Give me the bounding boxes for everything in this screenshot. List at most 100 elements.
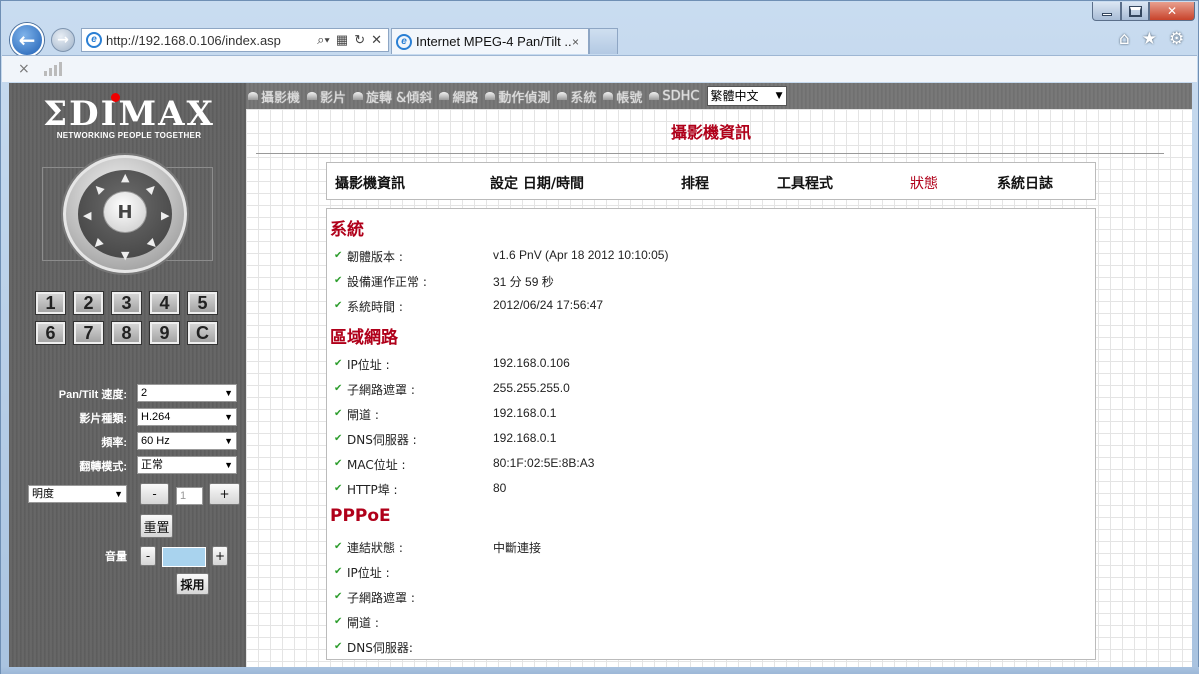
- menu-item-label: 系統: [570, 90, 597, 106]
- status-row: ✔ 子網路遮罩 : 255.255.255.0: [334, 381, 570, 398]
- status-row: ✔ 閘道 : 192.168.0.1: [334, 406, 556, 423]
- image-decrease-button[interactable]: -: [140, 483, 169, 505]
- arrow-left-icon[interactable]: ◀: [83, 210, 91, 221]
- logo-dot: [111, 93, 120, 102]
- menu-item-video[interactable]: 影片: [307, 87, 346, 106]
- status-row: ✔ 連結狀態 : 中斷連接: [334, 539, 541, 556]
- check-icon: ✔: [334, 641, 343, 652]
- row-value: 80: [493, 481, 507, 495]
- tab-tools[interactable]: 工具程式: [777, 173, 833, 193]
- volume-level-field[interactable]: [162, 547, 206, 567]
- frequency-select[interactable]: 60 Hz ▼: [137, 432, 237, 450]
- menu-item-label: 帳號: [616, 90, 643, 106]
- section-title-system: 系統: [330, 220, 364, 240]
- address-bar[interactable]: e http://192.168.0.106/index.asp ⌕▾ ▦ ↻ …: [81, 28, 389, 52]
- row-label: IP位址 :: [347, 566, 390, 580]
- window-bottom-border: [1, 667, 1199, 674]
- search-icon[interactable]: ⌕▾: [317, 32, 330, 48]
- tab-date-time[interactable]: 設定 日期/時間: [490, 173, 584, 193]
- home-icon[interactable]: ⌂: [1119, 29, 1130, 49]
- tab-system-log[interactable]: 系統日誌: [997, 173, 1053, 193]
- preset-button-8[interactable]: 8: [111, 321, 142, 345]
- image-increase-button[interactable]: +: [209, 483, 240, 505]
- video-type-select[interactable]: H.264 ▼: [137, 408, 237, 426]
- settings-gear-icon[interactable]: ⚙: [1169, 29, 1184, 49]
- menu-item-label: 旋轉 &傾斜: [366, 90, 433, 106]
- ptz-joystick[interactable]: ▲ ▼ ◀ ▶ ▲ ▲ ▼ ▼ H: [63, 155, 187, 273]
- preset-button-5[interactable]: 5: [187, 291, 218, 315]
- tab-status[interactable]: 狀態: [910, 173, 938, 193]
- language-select[interactable]: 繁體中文 ▼: [706, 86, 787, 106]
- menu-bullet-icon: [248, 92, 258, 100]
- tab-schedule[interactable]: 排程: [681, 173, 709, 193]
- menu-item-account[interactable]: 帳號: [603, 87, 642, 106]
- row-value: 31 分 59 秒: [493, 275, 554, 289]
- preset-button-3[interactable]: 3: [111, 291, 142, 315]
- status-row: ✔ IP位址 : 192.168.0.106: [334, 356, 570, 373]
- preset-button-9[interactable]: 9: [149, 321, 180, 345]
- maximize-button[interactable]: [1121, 2, 1149, 21]
- image-value-field[interactable]: 1: [176, 487, 203, 505]
- pantilt-speed-select[interactable]: 2 ▼: [137, 384, 237, 402]
- section-title-lan: 區域網路: [330, 328, 398, 348]
- reset-button[interactable]: 重置: [140, 514, 173, 538]
- sub-tabs: 攝影機資訊 設定 日期/時間 排程 工具程式 狀態 系統日誌: [326, 162, 1096, 200]
- status-row: ✔ MAC位址 : 80:1F:02:5E:8B:A3: [334, 456, 594, 473]
- menu-item-label: 動作偵測: [498, 90, 551, 106]
- check-icon: ✔: [334, 458, 343, 469]
- page-content: ΣDIMAX NETWORKING PEOPLE TOGETHER ▲ ▼ ◀ …: [9, 83, 1192, 667]
- minimize-button[interactable]: [1092, 2, 1121, 21]
- close-bar-icon[interactable]: ×: [18, 61, 30, 77]
- arrow-right-icon[interactable]: ▶: [161, 210, 169, 221]
- preset-button-2[interactable]: 2: [73, 291, 104, 315]
- back-button[interactable]: ←: [10, 23, 44, 57]
- volume-increase-button[interactable]: +: [212, 546, 228, 566]
- new-tab-button[interactable]: [589, 28, 618, 54]
- arrow-down-icon[interactable]: ▼: [121, 250, 129, 261]
- flip-mode-select[interactable]: 正常 ▼: [137, 456, 237, 474]
- apply-button[interactable]: 採用: [176, 573, 209, 595]
- preset-button-1[interactable]: 1: [35, 291, 66, 315]
- ptz-home-button[interactable]: H: [103, 191, 147, 233]
- volume-decrease-button[interactable]: -: [140, 546, 156, 566]
- menu-item-pantilt[interactable]: 旋轉 &傾斜: [353, 87, 432, 106]
- preset-button-clear[interactable]: C: [187, 321, 218, 345]
- favorites-star-icon[interactable]: ★: [1142, 29, 1157, 49]
- status-row: ✔ IP位址 :: [334, 564, 493, 581]
- menu-item-system[interactable]: 系統: [557, 87, 596, 106]
- row-value: 192.168.0.1: [493, 406, 557, 420]
- menu-bullet-icon: [557, 92, 568, 100]
- preset-button-4[interactable]: 4: [149, 291, 180, 315]
- menu-item-network[interactable]: 網路: [439, 87, 478, 106]
- command-bar: ×: [2, 55, 1197, 82]
- tab-title: Internet MPEG-4 Pan/Tilt ...: [416, 34, 572, 49]
- frequency-label: 頻率:: [101, 437, 127, 449]
- menu-item-motion-detection[interactable]: 動作偵測: [485, 87, 550, 106]
- menu-item-camera[interactable]: 攝影機: [248, 87, 300, 106]
- browser-window: ✕ ← → e http://192.168.0.106/index.asp ⌕…: [0, 0, 1199, 674]
- tab-camera-info[interactable]: 攝影機資訊: [335, 173, 405, 193]
- image-setting-select[interactable]: 明度 ▼: [28, 485, 127, 503]
- dropdown-arrow-icon: ▼: [224, 460, 233, 470]
- preset-button-7[interactable]: 7: [73, 321, 104, 345]
- row-value: 192.168.0.106: [493, 356, 570, 370]
- tab-close-icon[interactable]: ×: [572, 35, 588, 49]
- address-url[interactable]: http://192.168.0.106/index.asp: [106, 33, 317, 48]
- menu-bullet-icon: [603, 92, 614, 100]
- check-icon: ✔: [334, 616, 343, 627]
- row-label: 子網路遮罩 :: [347, 383, 415, 397]
- preset-button-6[interactable]: 6: [35, 321, 66, 345]
- forward-button[interactable]: →: [51, 28, 75, 52]
- stop-icon[interactable]: ✕: [371, 32, 382, 48]
- status-row: ✔ 系統時間 : 2012/06/24 17:56:47: [334, 298, 603, 315]
- browser-tab[interactable]: e Internet MPEG-4 Pan/Tilt ... ×: [391, 28, 589, 54]
- menu-item-sdhc[interactable]: SDHC: [649, 89, 700, 104]
- arrow-up-icon[interactable]: ▲: [121, 172, 129, 183]
- compatibility-icon[interactable]: ▦: [336, 32, 348, 48]
- close-window-button[interactable]: ✕: [1149, 2, 1195, 21]
- check-icon: ✔: [334, 541, 343, 552]
- logo-wordmark: ΣDIMAX: [43, 94, 215, 134]
- refresh-icon[interactable]: ↻: [354, 32, 365, 48]
- dropdown-arrow-icon: ▼: [224, 412, 233, 422]
- check-icon: ✔: [334, 275, 343, 286]
